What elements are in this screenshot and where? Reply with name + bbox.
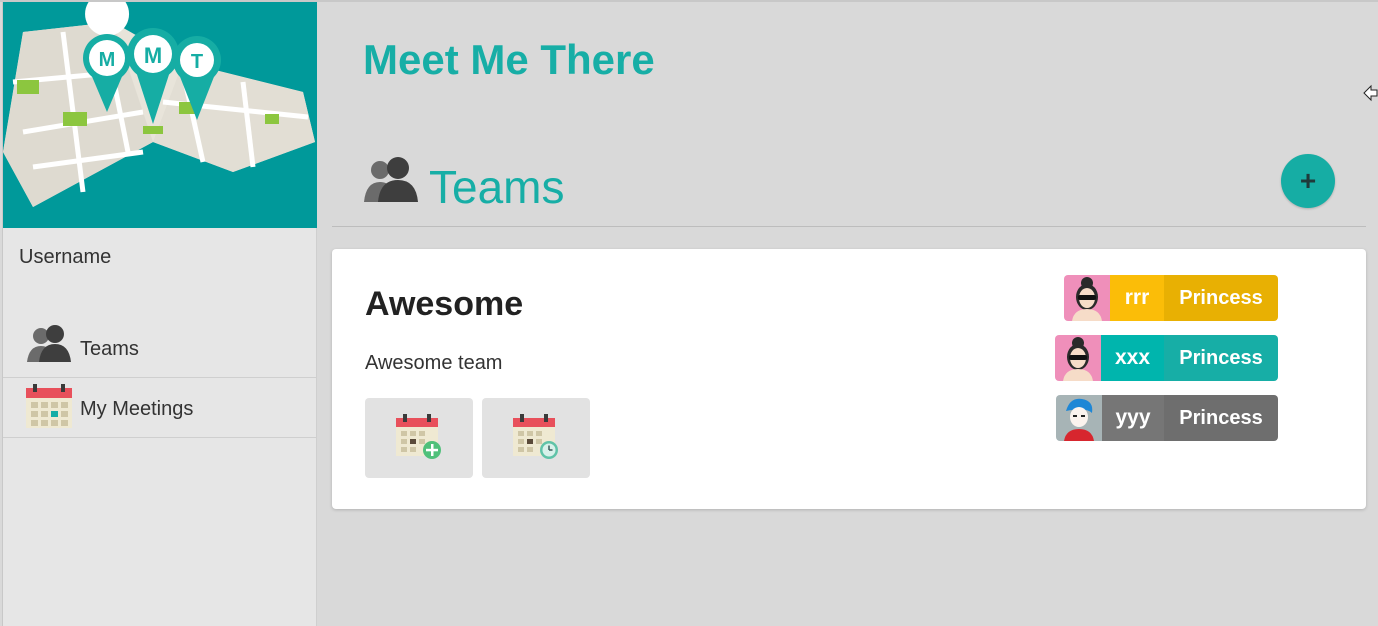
create-meeting-button[interactable] bbox=[365, 398, 473, 478]
team-name: Awesome bbox=[365, 285, 524, 323]
avatar-icon bbox=[1056, 395, 1102, 441]
team-description: Awesome team bbox=[365, 352, 503, 374]
calendar-icon bbox=[26, 384, 72, 428]
member-role: Princess bbox=[1164, 335, 1278, 381]
page-title: Meet Me There bbox=[363, 36, 655, 83]
username-label: Username bbox=[19, 246, 112, 268]
member-role: Princess bbox=[1164, 395, 1278, 441]
sidebar-item-my-meetings[interactable]: My Meetings bbox=[3, 378, 317, 438]
mouse-cursor-icon bbox=[1363, 84, 1378, 102]
calendar-clock-icon bbox=[513, 414, 558, 459]
teams-section-header: Teams + bbox=[332, 150, 1366, 227]
avatar-icon bbox=[1064, 275, 1110, 321]
avatar-icon bbox=[1055, 335, 1101, 381]
svg-text:T: T bbox=[191, 51, 203, 73]
section-title: Teams bbox=[429, 161, 565, 213]
sidebar-item-label: My Meetings bbox=[80, 398, 194, 420]
map-logo-icon: M M T bbox=[3, 2, 315, 207]
member-name: yyy bbox=[1102, 395, 1164, 441]
member-name: rrr bbox=[1110, 275, 1164, 321]
people-icon bbox=[27, 325, 71, 362]
member-role: Princess bbox=[1164, 275, 1278, 321]
schedule-meeting-button[interactable] bbox=[482, 398, 590, 478]
sidebar-item-teams[interactable]: Teams bbox=[3, 318, 317, 378]
sidebar-item-label: Teams bbox=[80, 338, 139, 360]
calendar-add-icon bbox=[396, 414, 441, 459]
sidebar: M M T Username Teams My Meetings bbox=[2, 2, 317, 626]
app-logo[interactable]: M M T bbox=[3, 2, 317, 228]
people-icon bbox=[364, 157, 418, 202]
member-badge[interactable]: xxx Princess bbox=[1055, 335, 1278, 381]
add-team-button[interactable]: + bbox=[1281, 154, 1335, 208]
member-badge[interactable]: rrr Princess bbox=[1064, 275, 1278, 321]
svg-text:M: M bbox=[99, 49, 116, 71]
svg-text:M: M bbox=[144, 43, 162, 68]
member-name: xxx bbox=[1101, 335, 1164, 381]
team-card: Awesome Awesome team rrr Princess xxx Pr… bbox=[332, 249, 1366, 509]
member-badge[interactable]: yyy Princess bbox=[1056, 395, 1278, 441]
